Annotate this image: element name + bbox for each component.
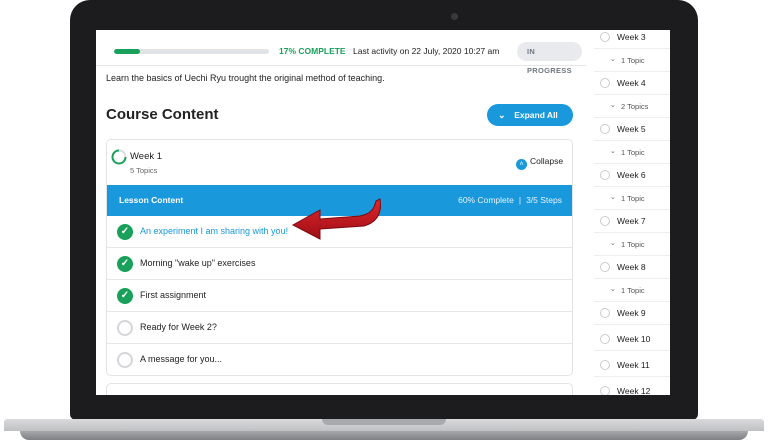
progress-bar-fill — [114, 49, 141, 54]
sidebar-topic-count[interactable]: ⌄ 2 Topics — [594, 95, 670, 118]
lesson-item[interactable]: ✓ Morning "wake up" exercises — [107, 248, 572, 280]
check-icon: ✓ — [117, 256, 133, 272]
chevron-down-icon: ⌄ — [610, 286, 616, 293]
chevron-down-icon: ⌄ — [610, 240, 616, 247]
circle-icon — [600, 262, 610, 272]
chevron-up-icon: ˄ — [516, 159, 527, 170]
lesson-item[interactable]: ✓ First assignment — [107, 280, 572, 312]
progress-bar — [114, 49, 269, 54]
lesson-link[interactable]: An experiment I am sharing with you! — [140, 226, 288, 236]
sidebar-item-week-7[interactable]: Week 7 — [594, 210, 670, 233]
course-main: 17% COMPLETE Last activity on 22 July, 2… — [96, 30, 586, 395]
progress-percent: 17% COMPLETE — [279, 46, 346, 56]
sidebar-item-week-4[interactable]: Week 4 — [594, 72, 670, 95]
sidebar-item-week-6[interactable]: Week 6 — [594, 164, 670, 187]
chevron-down-icon: ⌄ — [610, 56, 616, 63]
laptop-mockup: 17% COMPLETE Last activity on 22 July, 2… — [0, 0, 768, 443]
lesson-link[interactable]: Ready for Week 2? — [140, 322, 217, 332]
week-header[interactable]: Week 1 5 Topics ˄ Collapse — [107, 140, 572, 185]
course-sidebar: Week 3 ⌄ 1 Topic Week 4 ⌄ 2 Topics Week … — [594, 30, 670, 395]
sidebar-week-label: Week 4 — [617, 78, 646, 88]
lesson-item[interactable]: A message for you... — [107, 344, 572, 375]
chevron-down-icon: ⌄ — [610, 194, 616, 201]
last-activity: Last activity on 22 July, 2020 10:27 am — [353, 46, 500, 56]
check-icon: ✓ — [117, 288, 133, 304]
circle-icon — [600, 334, 610, 344]
incomplete-circle-icon — [117, 352, 133, 368]
sidebar-topic-count[interactable]: ⌄ 1 Topic — [594, 141, 670, 164]
sidebar-week-label: Week 3 — [617, 32, 646, 42]
lesson-link[interactable]: First assignment — [140, 290, 206, 300]
sidebar-topic-label: 1 Topic — [621, 148, 645, 157]
sidebar-week-label: Week 11 — [617, 360, 650, 370]
laptop-base-bottom — [20, 431, 748, 440]
sidebar-topic-label: 1 Topic — [621, 194, 645, 203]
collapse-label: Collapse — [530, 156, 564, 166]
sidebar-topic-label: 1 Topic — [621, 56, 645, 65]
status-badge: IN PROGRESS — [517, 42, 582, 75]
progress-ring-icon — [111, 149, 127, 165]
lesson-link[interactable]: Morning "wake up" exercises — [140, 258, 255, 268]
laptop-notch — [322, 419, 446, 425]
progress-row: 17% COMPLETE Last activity on 22 July, 2… — [114, 42, 582, 75]
lesson-link[interactable]: A message for you... — [140, 354, 222, 364]
screen: 17% COMPLETE Last activity on 22 July, 2… — [96, 30, 670, 395]
sidebar-item-week-5[interactable]: Week 5 — [594, 118, 670, 141]
chevron-down-icon: ⌄ — [610, 102, 616, 109]
circle-icon — [600, 124, 610, 134]
lesson-content-label: Lesson Content — [119, 195, 184, 205]
circle-icon — [600, 170, 610, 180]
sidebar-topic-label: 1 Topic — [621, 240, 645, 249]
divider — [96, 65, 586, 66]
sidebar-item-week-9[interactable]: Week 9 — [594, 302, 670, 325]
circle-icon — [600, 386, 610, 395]
sidebar-topic-count[interactable]: ⌄ 1 Topic — [594, 49, 670, 72]
lesson-progress: 60% Complete | 3/5 Steps — [458, 195, 562, 205]
incomplete-circle-icon — [117, 320, 133, 336]
sidebar-item-week-11[interactable]: Week 11 — [594, 354, 670, 377]
collapse-button[interactable]: ˄ Collapse — [516, 156, 563, 170]
sidebar-item-week-10[interactable]: Week 10 — [594, 328, 670, 351]
week-panel-next[interactable] — [106, 383, 573, 395]
course-description: Learn the basics of Uechi Ryu trought th… — [106, 73, 385, 83]
expand-all-label: Expand All — [514, 110, 558, 120]
sidebar-week-label: Week 9 — [617, 308, 646, 318]
camera-icon — [451, 13, 458, 20]
lesson-item[interactable]: Ready for Week 2? — [107, 312, 572, 344]
sidebar-topic-label: 2 Topics — [621, 102, 649, 111]
sidebar-topic-count[interactable]: ⌄ 1 Topic — [594, 187, 670, 210]
lesson-separator: | — [518, 195, 522, 205]
week-panel: Week 1 5 Topics ˄ Collapse Lesson Content… — [106, 139, 573, 376]
sidebar-item-week-3[interactable]: Week 3 — [594, 30, 670, 49]
laptop-base — [0, 419, 768, 443]
week-topic-count: 5 Topics — [130, 166, 158, 175]
sidebar-week-label: Week 7 — [617, 216, 646, 226]
sidebar-week-label: Week 12 — [617, 386, 651, 395]
sidebar-week-label: Week 6 — [617, 170, 646, 180]
circle-icon — [600, 360, 610, 370]
sidebar-item-week-12[interactable]: Week 12 — [594, 380, 670, 395]
lesson-complete-text: 60% Complete — [458, 195, 514, 205]
expand-all-button[interactable]: ⌄ Expand All — [487, 104, 573, 126]
red-arrow-icon — [291, 198, 381, 240]
week-title: Week 1 — [130, 151, 163, 162]
circle-icon — [600, 308, 610, 318]
sidebar-week-label: Week 5 — [617, 124, 646, 134]
circle-icon — [600, 216, 610, 226]
sidebar-topic-count[interactable]: ⌄ 1 Topic — [594, 233, 670, 256]
sidebar-week-label: Week 8 — [617, 262, 646, 272]
circle-icon — [600, 78, 610, 88]
sidebar-topic-count[interactable]: ⌄ 1 Topic — [594, 279, 670, 302]
sidebar-topic-label: 1 Topic — [621, 286, 645, 295]
sidebar-item-week-8[interactable]: Week 8 — [594, 256, 670, 279]
circle-icon — [600, 32, 610, 42]
sidebar-week-label: Week 10 — [617, 334, 651, 344]
chevron-down-icon: ⌄ — [610, 148, 616, 155]
lesson-steps-text: 3/5 Steps — [526, 195, 562, 205]
check-icon: ✓ — [117, 224, 133, 240]
chevron-down-icon: ⌄ — [498, 110, 506, 120]
page-title: Course Content — [106, 106, 219, 123]
